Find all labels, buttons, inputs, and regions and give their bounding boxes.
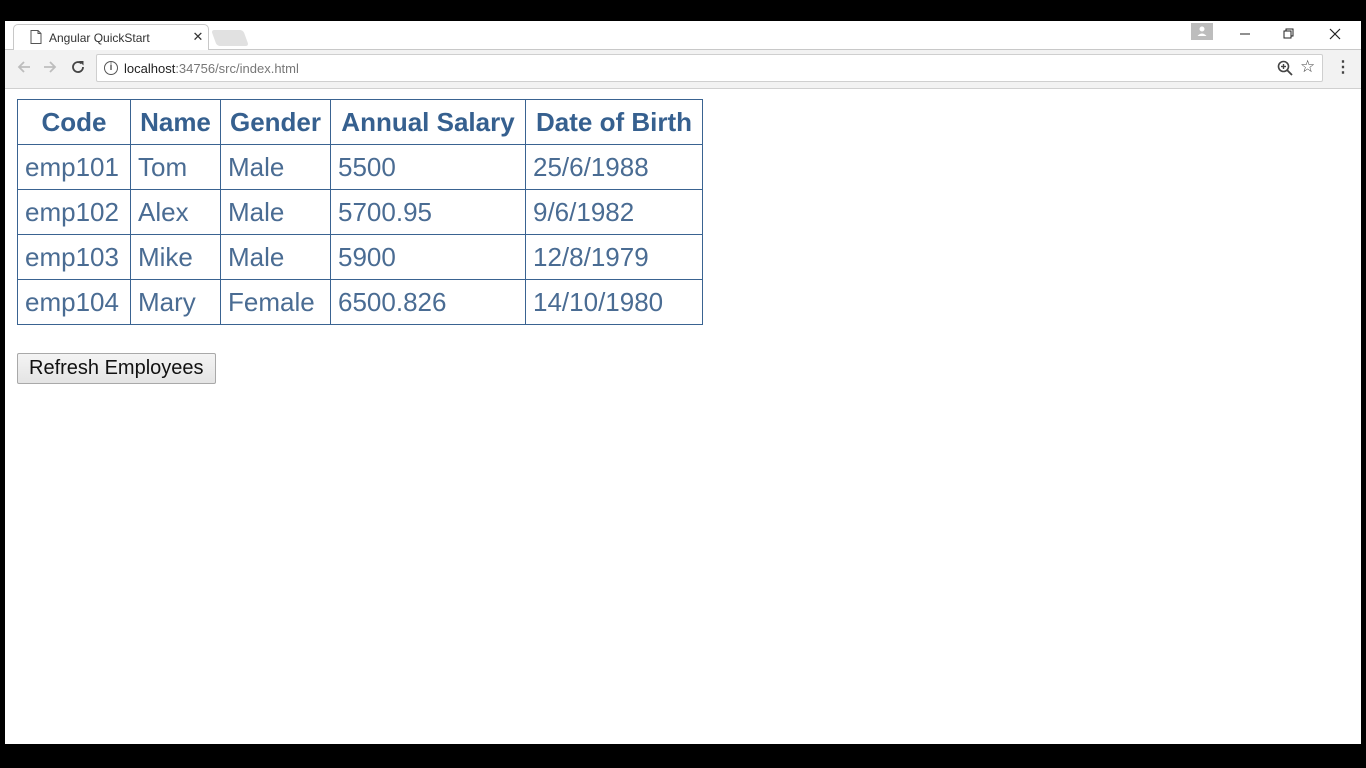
header-annual-salary: Annual Salary <box>330 99 526 145</box>
cell-name: Mary <box>130 279 221 325</box>
cell-code: emp101 <box>17 144 131 190</box>
page-content: Code Name Gender Annual Salary Date of B… <box>17 99 703 384</box>
reload-icon <box>72 61 84 73</box>
cell-gender: Female <box>220 279 331 325</box>
page-icon <box>30 30 42 44</box>
cell-gender: Male <box>220 234 331 280</box>
cell-name: Tom <box>130 144 221 190</box>
cell-dob: 25/6/1988 <box>525 144 703 190</box>
cell-dob: 14/10/1980 <box>525 279 703 325</box>
cell-name: Mike <box>130 234 221 280</box>
header-code: Code <box>17 99 131 145</box>
tab-title: Angular QuickStart <box>49 31 150 45</box>
header-date-of-birth: Date of Birth <box>525 99 703 145</box>
minimize-icon[interactable] <box>1223 21 1267 49</box>
url-host: localhost <box>124 61 176 76</box>
header-name: Name <box>130 99 221 145</box>
refresh-employees-button[interactable]: Refresh Employees <box>17 353 216 384</box>
browser-window: Angular QuickStart ✕ i localhost:34756/s… <box>5 21 1361 744</box>
forward-button[interactable] <box>40 59 60 79</box>
new-tab-button[interactable] <box>211 30 249 46</box>
table-header-row: Code Name Gender Annual Salary Date of B… <box>17 99 703 145</box>
cell-gender: Male <box>220 144 331 190</box>
cell-name: Alex <box>130 189 221 235</box>
tab-close-icon[interactable]: ✕ <box>190 29 206 45</box>
url-path: :34756/src/index.html <box>175 61 299 76</box>
cell-code: emp102 <box>17 189 131 235</box>
info-icon[interactable]: i <box>104 61 118 75</box>
star-icon[interactable]: ☆ <box>1300 57 1315 77</box>
cell-gender: Male <box>220 189 331 235</box>
cell-code: emp104 <box>17 279 131 325</box>
cell-salary: 6500.826 <box>330 279 526 325</box>
table-row: emp102 Alex Male 5700.95 9/6/1982 <box>17 189 703 235</box>
zoom-icon[interactable] <box>1276 59 1294 77</box>
cell-salary: 5700.95 <box>330 189 526 235</box>
tab-strip: Angular QuickStart ✕ <box>5 21 1361 50</box>
url-text[interactable]: localhost:34756/src/index.html <box>124 61 299 76</box>
header-gender: Gender <box>220 99 331 145</box>
cell-dob: 9/6/1982 <box>525 189 703 235</box>
reload-button[interactable] <box>68 59 88 79</box>
profile-icon[interactable] <box>1191 23 1213 40</box>
employee-table: Code Name Gender Annual Salary Date of B… <box>17 99 703 325</box>
arrow-left-icon <box>17 61 30 73</box>
browser-tab[interactable]: Angular QuickStart ✕ <box>13 24 209 50</box>
cell-salary: 5900 <box>330 234 526 280</box>
close-window-icon[interactable] <box>1313 21 1357 49</box>
restore-icon[interactable] <box>1267 21 1311 49</box>
cell-code: emp103 <box>17 234 131 280</box>
arrow-right-icon <box>44 61 57 73</box>
cell-dob: 12/8/1979 <box>525 234 703 280</box>
menu-icon[interactable]: ⋮ <box>1335 58 1351 78</box>
table-row: emp101 Tom Male 5500 25/6/1988 <box>17 144 703 190</box>
table-row: emp104 Mary Female 6500.826 14/10/1980 <box>17 279 703 325</box>
cell-salary: 5500 <box>330 144 526 190</box>
address-bar[interactable]: i localhost:34756/src/index.html ☆ <box>96 54 1323 82</box>
table-row: emp103 Mike Male 5900 12/8/1979 <box>17 234 703 280</box>
browser-toolbar: i localhost:34756/src/index.html ☆ ⋮ <box>5 50 1361 89</box>
back-button[interactable] <box>14 59 34 79</box>
